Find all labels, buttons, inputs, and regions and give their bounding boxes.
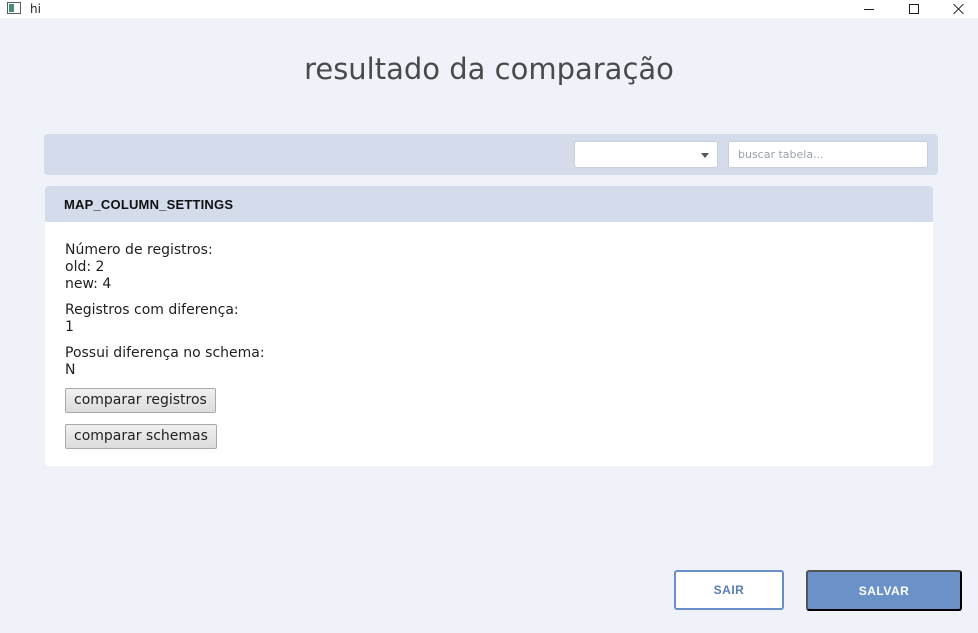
search-table-input[interactable] [728, 141, 928, 168]
maximize-icon [909, 4, 919, 14]
compare-schemas-button[interactable]: comparar schemas [65, 424, 217, 449]
compare-records-button[interactable]: comparar registros [65, 388, 216, 413]
close-button[interactable] [936, 0, 978, 18]
new-records-count: new: 4 [65, 276, 112, 292]
chevron-down-icon [701, 153, 709, 158]
diff-records-label: Registros com diferença: [65, 302, 239, 318]
table-result-card: MAP_COLUMN_SETTINGS Número de registros:… [45, 186, 933, 466]
old-records-count: old: 2 [65, 259, 105, 275]
exit-button[interactable]: SAIR [674, 570, 784, 610]
schema-diff-value: N [65, 362, 76, 378]
schema-diff-label: Possui diferença no schema: [65, 345, 265, 361]
title-bar: hi [0, 0, 978, 18]
card-body: Número de registros: old: 2 new: 4 Regis… [65, 242, 265, 379]
minimize-button[interactable] [846, 0, 892, 18]
app-icon [7, 2, 21, 14]
filter-bar [44, 134, 938, 175]
minimize-icon [864, 8, 874, 10]
table-filter-dropdown[interactable] [574, 141, 718, 168]
save-button[interactable]: SALVAR [806, 570, 962, 611]
close-icon [953, 3, 965, 15]
table-name: MAP_COLUMN_SETTINGS [64, 197, 234, 212]
card-header[interactable]: MAP_COLUMN_SETTINGS [45, 186, 933, 222]
diff-records-value: 1 [65, 319, 74, 335]
maximize-button[interactable] [891, 0, 937, 18]
page-title: resultado da comparação [304, 52, 674, 86]
window-title: hi [30, 2, 41, 16]
records-count-label: Número de registros: [65, 242, 213, 258]
